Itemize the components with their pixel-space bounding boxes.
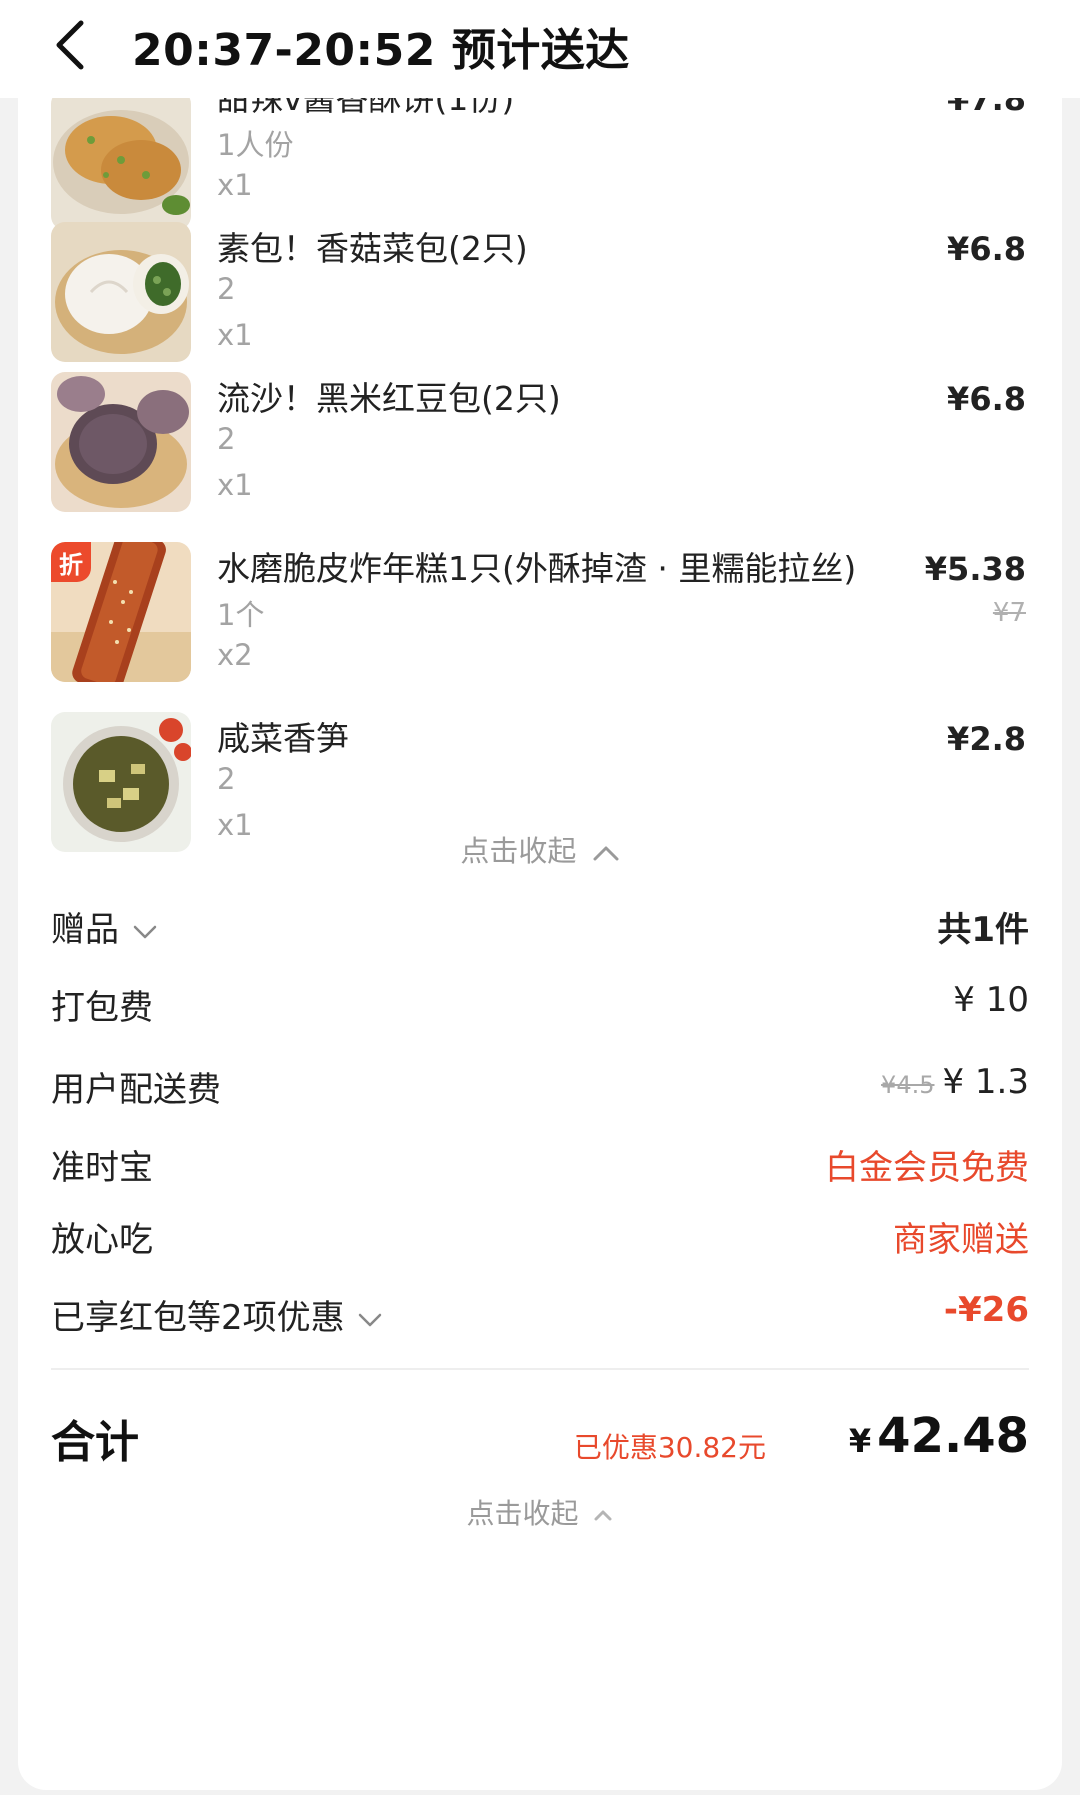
ontime-label: 准时宝	[51, 1148, 153, 1188]
list-item[interactable]: 素包！香菇菜包(2只) 2 x1 ¥6.8	[18, 222, 1062, 372]
item-quantity: x1	[217, 168, 253, 202]
safe-eat-value: 商家赠送	[893, 1220, 1029, 1260]
caret-up-icon	[594, 1510, 612, 1521]
delivery-fee-label: 用户配送费	[51, 1070, 221, 1110]
packing-fee-label: 打包费	[51, 988, 153, 1028]
gift-label-wrap: 赠品	[51, 902, 158, 951]
chevron-up-icon	[593, 846, 619, 861]
bottom-collapse-label: 点击收起	[466, 1497, 579, 1530]
chevron-down-icon	[359, 1313, 382, 1326]
delivery-fee-original: ¥4.5	[881, 1071, 935, 1099]
packing-fee-row: 打包费 ¥ 10	[51, 980, 1029, 1040]
discount-value: -¥26	[943, 1290, 1029, 1330]
item-quantity: x1	[217, 318, 253, 352]
item-image	[51, 372, 191, 512]
packing-fee-value: ¥ 10	[953, 980, 1029, 1020]
item-price: ¥6.8	[947, 380, 1026, 418]
safe-eat-label: 放心吃	[51, 1220, 153, 1260]
item-spec: 1人份	[217, 128, 294, 162]
chevron-left-icon	[56, 20, 84, 70]
delivery-fee-row: 用户配送费 ¥4.5 ¥ 1.3	[51, 1062, 1029, 1122]
discount-badge: 折	[51, 542, 91, 582]
list-item[interactable]: 流沙！黑米红豆包(2只) 2 x1 ¥6.8	[18, 372, 1062, 522]
gift-row[interactable]: 赠品 共1件	[51, 902, 1029, 962]
gift-label: 赠品	[51, 910, 119, 950]
item-name: 流沙！黑米红豆包(2只)	[217, 379, 561, 418]
page-title: 20:37-20:52 预计送达	[132, 25, 630, 76]
item-price: ¥5.38	[924, 550, 1026, 588]
collapse-items-button[interactable]: 点击收起	[18, 828, 1062, 870]
order-card: 甜辣v酱香酥饼(1份) 1人份 x1 ¥7.8 素包！香菇菜包(2只) 2 x1…	[18, 90, 1062, 1790]
currency-symbol: ¥	[848, 1422, 872, 1460]
saved-amount: 已优惠30.82元	[573, 1431, 766, 1464]
item-image	[51, 222, 191, 362]
item-spec: 2	[217, 762, 236, 796]
total-amount: 42.48	[877, 1408, 1029, 1464]
item-spec: 2	[217, 422, 236, 456]
ontime-row: 准时宝 白金会员免费	[51, 1140, 1029, 1200]
item-spec: 2	[217, 272, 236, 306]
list-item[interactable]: 折 水磨脆皮炸年糕1只(外酥掉渣 · 里糯能拉丝) 1个 x2 ¥5.38 ¥7	[18, 542, 1062, 692]
delivery-fee-value-wrap: ¥4.5 ¥ 1.3	[881, 1062, 1029, 1102]
safe-eat-row: 放心吃 商家赠送	[51, 1212, 1029, 1272]
chevron-down-icon	[133, 925, 157, 938]
discount-label-wrap: 已享红包等2项优惠	[51, 1290, 383, 1339]
item-name: 水磨脆皮炸年糕1只(外酥掉渣 · 里糯能拉丝)	[217, 549, 857, 588]
item-original-price: ¥7	[992, 598, 1026, 628]
item-image	[51, 90, 191, 230]
collapse-label: 点击收起	[460, 834, 577, 868]
item-name: 素包！香菇菜包(2只)	[217, 229, 528, 268]
item-image: 折	[51, 542, 191, 682]
list-item[interactable]: 甜辣v酱香酥饼(1份) 1人份 x1 ¥7.8	[18, 90, 1062, 230]
back-button[interactable]	[40, 10, 100, 80]
delivery-fee-value: ¥ 1.3	[942, 1062, 1029, 1102]
ontime-value: 白金会员免费	[825, 1148, 1029, 1188]
item-price: ¥2.8	[947, 720, 1026, 758]
item-price: ¥6.8	[947, 230, 1026, 268]
item-quantity: x2	[217, 638, 253, 672]
item-name: 咸菜香笋	[217, 719, 349, 758]
discount-row[interactable]: 已享红包等2项优惠 -¥26	[51, 1290, 1029, 1350]
top-bar: 20:37-20:52 预计送达	[0, 0, 1080, 98]
divider	[51, 1368, 1029, 1370]
item-quantity: x1	[217, 468, 253, 502]
gift-value: 共1件	[937, 910, 1029, 950]
collapse-bottom-button[interactable]: 点击收起	[18, 1492, 1062, 1532]
total-label: 合计	[51, 1417, 139, 1468]
discount-label: 已享红包等2项优惠	[51, 1298, 345, 1338]
total-amount-wrap: ¥42.48	[849, 1408, 1029, 1464]
item-spec: 1个	[217, 598, 265, 632]
